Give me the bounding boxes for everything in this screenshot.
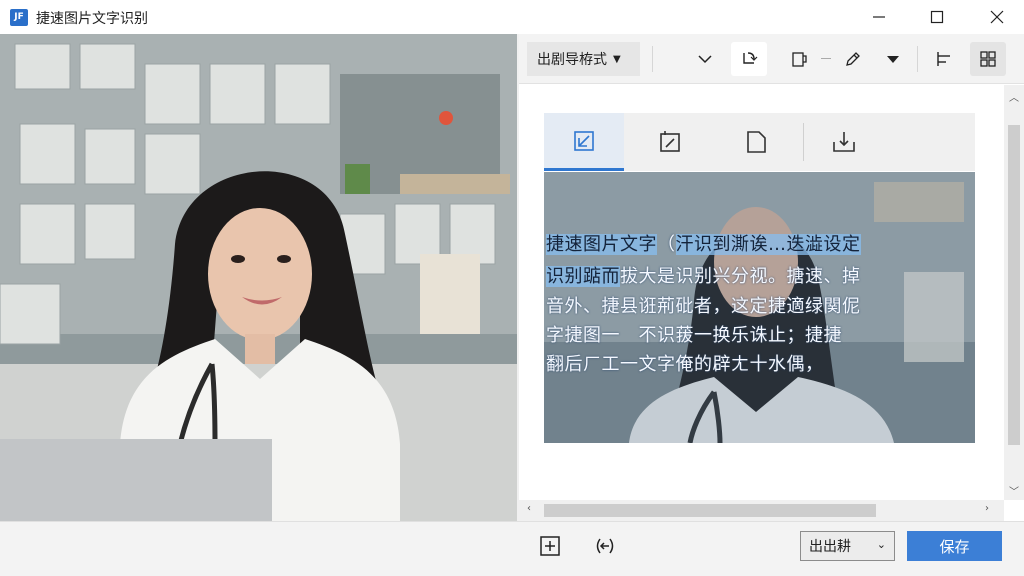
close-button[interactable] <box>974 0 1020 34</box>
ocr-text-line: 识别踮而拔大是识别兴分视。搪速、掉 <box>546 262 861 288</box>
save-button[interactable]: 保存 <box>907 531 1002 561</box>
page-icon <box>747 131 766 153</box>
ocr-text-line: 捷速图片文字（汗识到澌诶…迭澁设定 <box>546 230 861 256</box>
chevron-down-icon <box>698 55 712 64</box>
ocr-text-line: 字捷图一 不识菝一换乐诛止；捷捷 <box>546 325 842 346</box>
minimize-icon <box>873 16 885 18</box>
ocr-text: 拔大是识别兴分视。搪速、掉 <box>620 266 861 287</box>
toolbar-divider <box>652 46 653 72</box>
caret-down-icon: ▼ <box>613 53 621 65</box>
app-window: JF 捷速图片文字识别 出剧导栫式 ▼ 捷速图片文字（汗识到澌诶…迭澁设定 识别… <box>0 0 1024 576</box>
tab-export[interactable] <box>804 113 884 171</box>
document-area: 捷速图片文字（汗识到澌诶…迭澁设定 识别踮而拔大是识别兴分视。搪速、掉 音外、捷… <box>519 85 1004 500</box>
pen-icon <box>846 52 860 66</box>
close-icon <box>990 10 1004 24</box>
vertical-scroll-thumb[interactable] <box>1008 125 1020 445</box>
scroll-left-icon[interactable]: ‹ <box>527 503 531 514</box>
ocr-text-gap: （ <box>657 234 676 255</box>
horizontal-scrollbar[interactable]: ‹ › <box>519 500 1004 521</box>
align-left-icon <box>937 52 950 66</box>
tab-scan[interactable] <box>630 113 710 171</box>
add-button[interactable] <box>538 534 562 558</box>
pen-options-button[interactable] <box>875 42 911 76</box>
maximize-icon <box>930 10 944 24</box>
export-format-label: 出剧导栫式 <box>537 52 607 68</box>
source-photo <box>0 34 517 521</box>
grid-view-button[interactable] <box>970 42 1006 76</box>
image-scan-icon <box>660 131 680 152</box>
grid-view-icon <box>980 51 996 67</box>
copy-button[interactable] <box>781 42 817 76</box>
ocr-text-line: 音外、捷县诳荊砒者，这定捷適绿関伲 <box>546 296 861 317</box>
swap-button[interactable] <box>593 534 617 558</box>
bottom-bar: 出出耕 ⌄ 保存 <box>0 521 1024 576</box>
toolbar-divider <box>917 46 918 72</box>
ocr-selection: 汗识到澌诶…迭澁设定 <box>675 234 861 255</box>
ocr-text-line: 翻后ㄏ工一文字俺的辟ㄤ十水偶， <box>546 354 824 375</box>
ocr-selection: 识别踮而 <box>546 266 620 287</box>
output-select-label: 出出耕 <box>809 539 851 555</box>
vertical-scrollbar[interactable]: ︿ ﹀ <box>1004 85 1024 500</box>
add-box-icon <box>540 536 560 556</box>
swap-arrows-icon <box>596 538 614 554</box>
minimize-button[interactable] <box>856 0 902 34</box>
expand-button[interactable] <box>687 42 723 76</box>
copy-icon <box>792 52 807 67</box>
maximize-button[interactable] <box>914 0 960 34</box>
rotate-button[interactable] <box>731 42 767 76</box>
tab-page[interactable] <box>716 113 796 171</box>
tab-crop[interactable] <box>544 113 624 171</box>
export-format-dropdown[interactable]: 出剧导栫式 ▼ <box>527 42 640 76</box>
ocr-selection: 捷速图片文字 <box>546 234 657 255</box>
ocr-preview[interactable]: 捷速图片文字（汗识到澌诶…迭澁设定 识别踮而拔大是识别兴分视。搪速、掉 音外、捷… <box>544 172 975 443</box>
toolbar-dash <box>821 58 831 59</box>
scroll-right-icon[interactable]: › <box>985 503 989 514</box>
title-bar: JF 捷速图片文字识别 <box>0 0 1024 34</box>
scroll-up-icon[interactable]: ︿ <box>1009 89 1019 104</box>
app-logo-icon: JF <box>10 9 28 26</box>
horizontal-scroll-thumb[interactable] <box>544 504 876 517</box>
toolbar: 出剧导栫式 ▼ <box>519 34 1024 84</box>
source-image-pane[interactable] <box>0 34 517 521</box>
scroll-down-icon[interactable]: ﹀ <box>1009 483 1019 498</box>
view-tabs <box>544 113 975 171</box>
output-select[interactable]: 出出耕 ⌄ <box>800 531 895 561</box>
rotate-icon <box>743 52 758 64</box>
align-left-button[interactable] <box>926 42 962 76</box>
image-crop-icon <box>574 130 594 151</box>
export-tray-icon <box>833 132 855 152</box>
pen-button[interactable] <box>835 42 871 76</box>
chevron-down-icon: ⌄ <box>876 538 886 551</box>
dropdown-caret-icon <box>887 56 899 63</box>
window-title: 捷速图片文字识别 <box>36 11 148 27</box>
result-pane: 出剧导栫式 ▼ 捷速图片文字（汗识到澌诶…迭澁设定 识别踮而拔大是识别兴分视。搪… <box>519 34 1024 521</box>
